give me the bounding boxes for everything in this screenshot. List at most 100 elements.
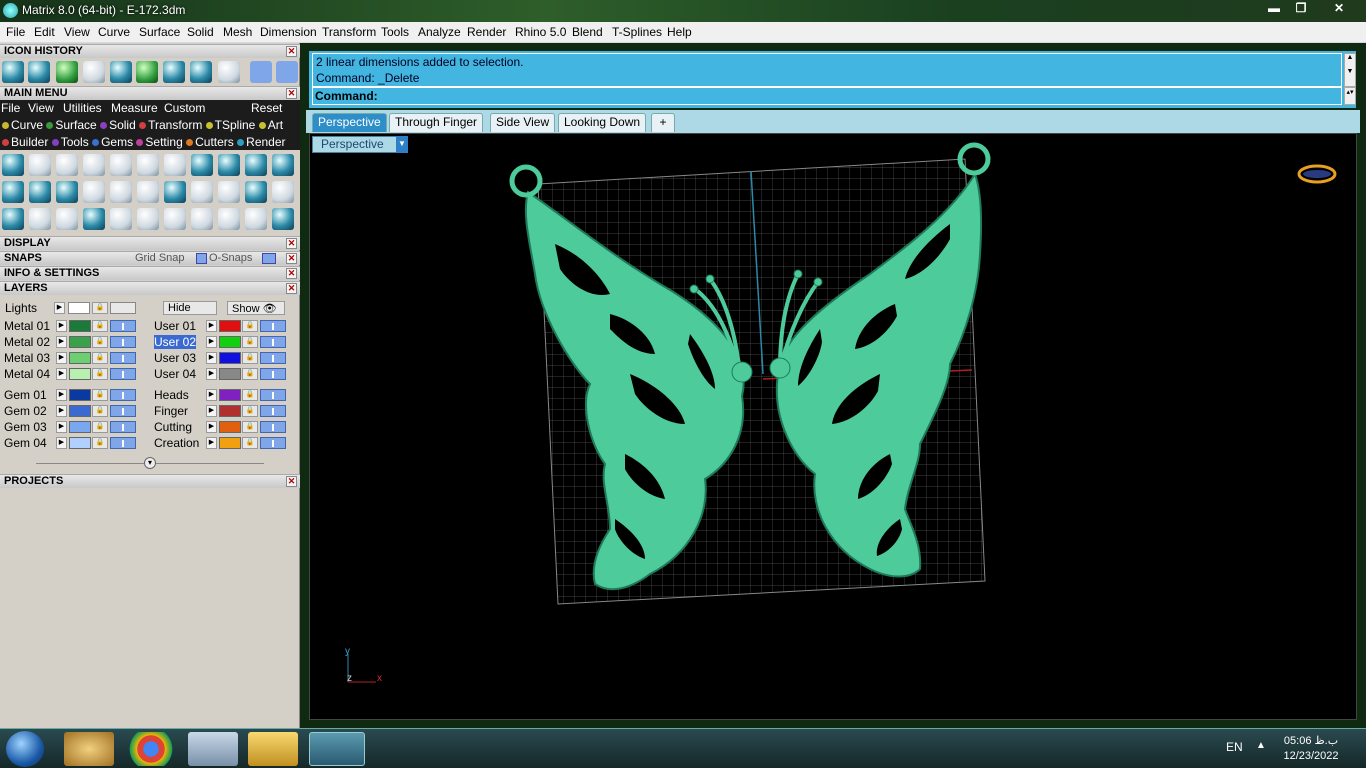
lights-color[interactable] [68, 302, 90, 314]
menu-transform[interactable]: Transform [322, 25, 376, 39]
split-icon[interactable] [218, 208, 240, 230]
layer-color-swatch[interactable] [69, 336, 91, 348]
minimize-button[interactable]: ▬ [1263, 1, 1285, 17]
layer-name[interactable]: Gem 02 [4, 404, 47, 418]
expand-icon[interactable]: ▶ [56, 368, 67, 380]
layer-color-swatch[interactable] [69, 437, 91, 449]
layer-row[interactable]: User 04 ▶ 🔒 [154, 367, 294, 381]
lock-icon[interactable]: 🔒 [242, 421, 258, 433]
curve-tool-icon[interactable] [136, 61, 158, 83]
layer-row[interactable]: Metal 01 ▶ 🔒 [4, 319, 144, 333]
explorer-app-icon[interactable] [248, 732, 298, 766]
layer-color-swatch[interactable] [69, 405, 91, 417]
trim-icon[interactable] [245, 208, 267, 230]
new-file-icon[interactable] [83, 61, 105, 83]
hide-button[interactable]: Hide [163, 301, 217, 315]
layer-visibility-toggle[interactable] [110, 368, 136, 380]
layer-visibility-toggle[interactable] [260, 368, 286, 380]
layer-color-swatch[interactable] [219, 368, 241, 380]
expand-icon[interactable]: ▶ [206, 368, 217, 380]
lock-icon[interactable]: 🔒 [92, 368, 108, 380]
lock-icon[interactable]: 🔒 [242, 389, 258, 401]
layer-row[interactable]: Finger ▶ 🔒 [154, 404, 294, 418]
close-icon[interactable]: ✕ [286, 46, 297, 57]
blocks-icon[interactable] [2, 208, 24, 230]
layer-row[interactable]: Gem 01 ▶ 🔒 [4, 388, 144, 402]
layer-row[interactable]: Gem 02 ▶ 🔒 [4, 404, 144, 418]
layer-name[interactable]: User 02 [154, 335, 197, 349]
snaps-header[interactable]: SNAPS Grid Snap O-Snaps ✕ [0, 251, 300, 265]
pencil-icon[interactable] [218, 154, 240, 176]
icon-history-header[interactable]: ICON HISTORY ✕ [0, 44, 300, 58]
main-menu-header[interactable]: MAIN MENU ✕ [0, 86, 300, 100]
layer-name[interactable]: Cutting [154, 420, 192, 434]
panel-icon[interactable] [164, 181, 186, 203]
show-button[interactable]: Show 👁 [227, 301, 285, 315]
matrix-app-icon[interactable] [309, 732, 365, 766]
osnaps-toggle[interactable]: O-Snaps [209, 252, 252, 265]
lock-icon[interactable]: 🔒 [242, 368, 258, 380]
menu-render[interactable]: Render [467, 25, 506, 39]
layer-visibility-toggle[interactable] [110, 320, 136, 332]
cat-tools[interactable]: Tools [51, 135, 89, 149]
lock-icon[interactable]: 🔒 [92, 437, 108, 449]
mm-measure[interactable]: Measure [111, 101, 158, 115]
app-icon[interactable] [3, 3, 18, 18]
cat-gems[interactable]: Gems [92, 135, 133, 149]
lock-icon[interactable]: 🔒 [92, 389, 108, 401]
layer-visibility-toggle[interactable] [260, 336, 286, 348]
layer-row[interactable]: User 02 ▶ 🔒 [154, 335, 294, 349]
expand-icon[interactable]: ▶ [206, 336, 217, 348]
menu-mesh[interactable]: Mesh [223, 25, 252, 39]
gem-icon[interactable] [29, 154, 51, 176]
close-icon[interactable]: ✕ [286, 268, 297, 279]
expand-icon[interactable]: ▶ [206, 405, 217, 417]
lock-icon[interactable]: 🔒 [242, 336, 258, 348]
mm-custom[interactable]: Custom [164, 101, 205, 115]
menu-edit[interactable]: Edit [34, 25, 55, 39]
lock-icon[interactable]: 🔒 [92, 302, 108, 314]
layer-name[interactable]: User 04 [154, 367, 196, 381]
layer-row[interactable]: Heads ▶ 🔒 [154, 388, 294, 402]
close-icon[interactable]: ✕ [286, 238, 297, 249]
layer-row[interactable]: Creation ▶ 🔒 [154, 436, 294, 450]
film-icon[interactable] [56, 181, 78, 203]
link-icon[interactable] [191, 208, 213, 230]
menu-rhino[interactable]: Rhino 5.0 [515, 25, 566, 39]
expand-icon[interactable]: ▶ [206, 437, 217, 449]
tray-expand-icon[interactable]: ▲ [1256, 740, 1266, 751]
paint-app-icon[interactable] [64, 732, 114, 766]
layer-name[interactable]: Gem 03 [4, 420, 47, 434]
curve-icon[interactable] [56, 208, 78, 230]
expand-icon[interactable]: ▶ [54, 302, 65, 314]
layer-row[interactable]: User 01 ▶ 🔒 [154, 319, 294, 333]
arrow-right-icon[interactable] [276, 61, 298, 83]
layers-header[interactable]: LAYERS ✕ [0, 281, 300, 295]
rotate-icon[interactable] [137, 208, 159, 230]
menu-tsplines[interactable]: T-Splines [612, 25, 662, 39]
command-line[interactable]: Command: [312, 87, 1342, 105]
layer-color-swatch[interactable] [219, 421, 241, 433]
cube-icon[interactable] [272, 154, 294, 176]
circle-icon[interactable] [272, 208, 294, 230]
expand-icon[interactable]: ▶ [56, 336, 67, 348]
head-icon[interactable] [110, 154, 132, 176]
display-header[interactable]: DISPLAY ✕ [0, 236, 300, 250]
expand-icon[interactable]: ▶ [56, 320, 67, 332]
cat-builder[interactable]: Builder [2, 135, 48, 149]
arc-icon[interactable] [29, 208, 51, 230]
cone-tool-icon[interactable] [28, 61, 50, 83]
layer-visibility-toggle[interactable] [110, 421, 136, 433]
layer-visibility-toggle[interactable] [260, 437, 286, 449]
layer-row[interactable]: Gem 03 ▶ 🔒 [4, 420, 144, 434]
close-icon[interactable]: ✕ [286, 88, 297, 99]
layer-name[interactable]: Gem 01 [4, 388, 47, 402]
layer-row[interactable]: Metal 02 ▶ 🔒 [4, 335, 144, 349]
menu-view[interactable]: View [64, 25, 90, 39]
copy-icon[interactable] [110, 181, 132, 203]
ring-navigator-icon[interactable] [1297, 164, 1337, 184]
layer-color-swatch[interactable] [219, 405, 241, 417]
chip-icon[interactable] [137, 154, 159, 176]
mm-view[interactable]: View [28, 101, 54, 115]
layer-color-swatch[interactable] [219, 352, 241, 364]
